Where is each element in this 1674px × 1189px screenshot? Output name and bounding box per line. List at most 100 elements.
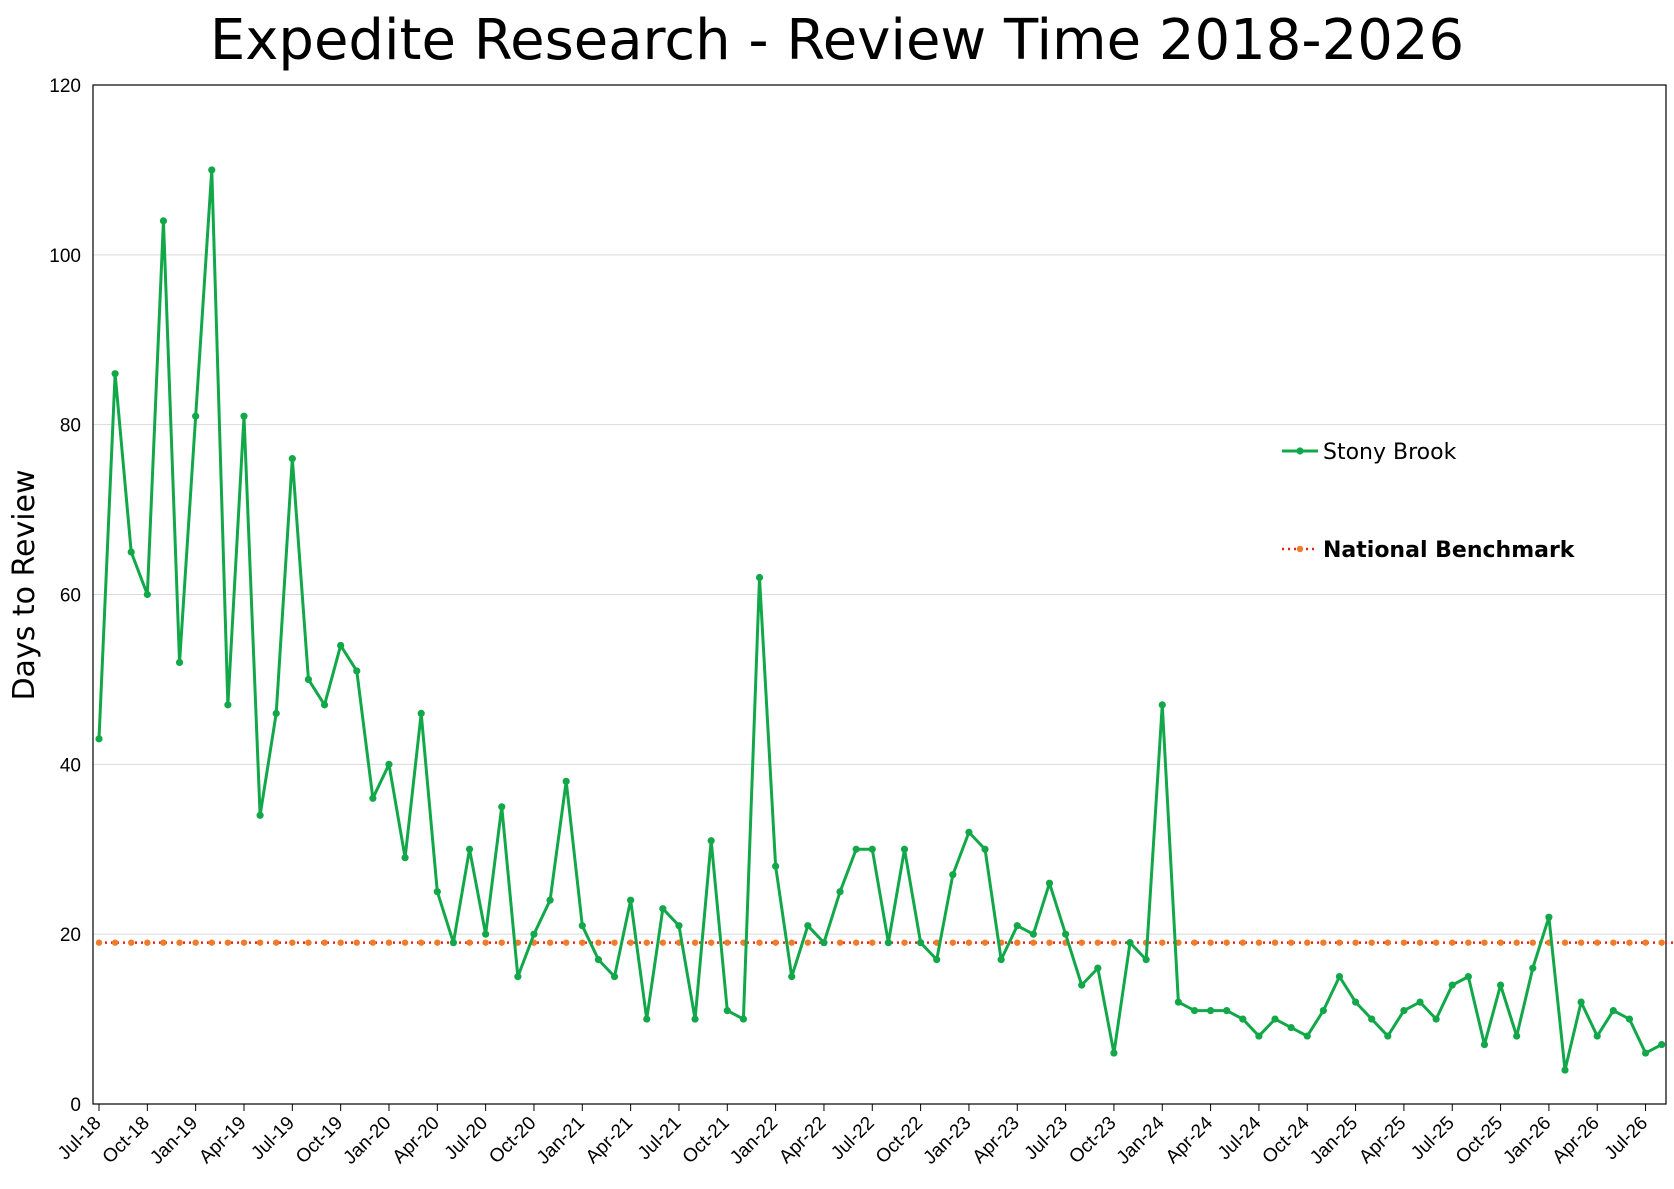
- x-tick-label: Jan-25: [1306, 1113, 1362, 1169]
- stony-brook-point: [836, 888, 844, 896]
- stony-brook-point: [1206, 1006, 1215, 1015]
- benchmark-point: [208, 939, 215, 946]
- stony-brook-point: [1045, 879, 1054, 887]
- stony-brook-point: [691, 1015, 699, 1023]
- benchmark-point: [965, 939, 973, 946]
- stony-brook-point: [562, 777, 570, 785]
- stony-brook-point: [369, 794, 377, 802]
- stony-brook-point: [997, 956, 1005, 964]
- stony-brook-point: [852, 845, 860, 853]
- stony-brook-point: [772, 862, 780, 870]
- x-tick-label: Apr-23: [969, 1113, 1024, 1168]
- stony-brook-point: [95, 735, 103, 743]
- benchmark-point: [1030, 939, 1037, 946]
- x-tick-label: Oct-20: [485, 1113, 540, 1168]
- stony-brook-point: [1319, 1006, 1327, 1015]
- stony-brook-point: [884, 939, 892, 947]
- benchmark-point: [385, 939, 393, 946]
- benchmark-point: [273, 939, 280, 946]
- benchmark-point: [1432, 939, 1440, 946]
- legend-label-national-benchmark: National Benchmark: [1323, 538, 1576, 563]
- x-tick-label: Apr-25: [1355, 1113, 1410, 1168]
- benchmark-point: [466, 939, 473, 946]
- stony-brook-point: [417, 709, 425, 717]
- benchmark-point: [1223, 939, 1230, 946]
- benchmark-point: [724, 939, 731, 946]
- benchmark-point: [434, 939, 441, 946]
- x-tick-label: Apr-24: [1162, 1112, 1217, 1167]
- legend-label-stony-brook: Stony Brook: [1323, 440, 1457, 465]
- x-tick-label: Jul-22: [827, 1113, 878, 1164]
- x-tick-label: Jul-25: [1407, 1113, 1458, 1164]
- stony-brook-point: [578, 922, 586, 930]
- benchmark-point: [1497, 939, 1504, 946]
- stony-brook-point: [482, 930, 490, 938]
- stony-brook-point: [433, 888, 441, 896]
- stony-brook-point: [675, 922, 683, 930]
- stony-brook-point: [256, 811, 264, 819]
- stony-brook-point: [1561, 1066, 1569, 1074]
- y-tick-label: 100: [49, 246, 81, 267]
- benchmark-point: [852, 939, 860, 946]
- stony-brook-point: [1126, 939, 1134, 947]
- stony-brook-point: [1368, 1015, 1376, 1023]
- stony-brook-point: [707, 837, 715, 845]
- benchmark-point: [659, 939, 667, 946]
- benchmark-point: [1094, 939, 1102, 946]
- stony-brook-point: [820, 939, 828, 947]
- stony-brook-point: [659, 905, 667, 913]
- y-tick-label: 80: [60, 416, 81, 437]
- benchmark-point: [256, 939, 264, 946]
- benchmark-point: [643, 939, 650, 946]
- stony-brook-point: [1641, 1049, 1650, 1057]
- stony-brook-point: [804, 922, 812, 930]
- stony-brook-point: [465, 845, 474, 853]
- benchmark-point: [192, 939, 199, 946]
- stony-brook-point: [514, 973, 522, 981]
- x-tick-label: Jul-20: [441, 1113, 492, 1164]
- stony-brook-point: [498, 803, 506, 811]
- x-tick-label: Oct-19: [292, 1113, 347, 1168]
- y-tick-label: 0: [70, 1095, 81, 1116]
- x-tick-label: Oct-18: [99, 1113, 154, 1168]
- stony-brook-point: [337, 641, 345, 650]
- stony-brook-point: [385, 760, 393, 768]
- benchmark-point: [1642, 939, 1649, 946]
- benchmark-point: [772, 939, 779, 946]
- benchmark-point: [1449, 939, 1456, 946]
- stony-brook-point: [1223, 1006, 1231, 1015]
- stony-brook-point: [1529, 964, 1537, 972]
- stony-brook-point: [353, 667, 361, 675]
- x-tick-label: Apr-20: [389, 1113, 444, 1168]
- benchmark-point: [160, 939, 167, 946]
- benchmark-point: [144, 939, 151, 946]
- benchmark-point: [611, 939, 618, 946]
- stony-brook-point: [1593, 1032, 1601, 1040]
- benchmark-point: [788, 939, 795, 946]
- stony-brook-point: [723, 1006, 731, 1015]
- stony-brook-point: [546, 896, 554, 904]
- benchmark-point: [1078, 939, 1085, 946]
- stony-brook-point: [127, 548, 135, 556]
- stony-brook-point: [1609, 1006, 1617, 1015]
- benchmark-point: [1513, 939, 1520, 946]
- benchmark-point: [691, 939, 699, 946]
- stony-brook-point: [788, 973, 796, 981]
- benchmark-point: [546, 939, 554, 946]
- x-tick-label: Jan-19: [146, 1113, 202, 1169]
- benchmark-point: [1191, 939, 1198, 946]
- benchmark-point: [1304, 939, 1311, 946]
- stony-brook-point: [401, 854, 409, 862]
- benchmark-point: [1287, 939, 1295, 946]
- x-tick-label: Jan-21: [533, 1113, 589, 1169]
- benchmark-point: [1384, 939, 1392, 946]
- x-tick-label: Jan-24: [1113, 1112, 1169, 1168]
- x-tick-label: Apr-19: [195, 1113, 250, 1168]
- y-tick-label: 120: [49, 76, 81, 97]
- benchmark-point: [1159, 939, 1166, 946]
- stony-brook-point: [1029, 930, 1037, 938]
- benchmark-point: [321, 939, 328, 946]
- stony-brook-point: [111, 370, 119, 378]
- stony-brook-point: [159, 217, 168, 225]
- y-tick-label: 40: [60, 755, 81, 776]
